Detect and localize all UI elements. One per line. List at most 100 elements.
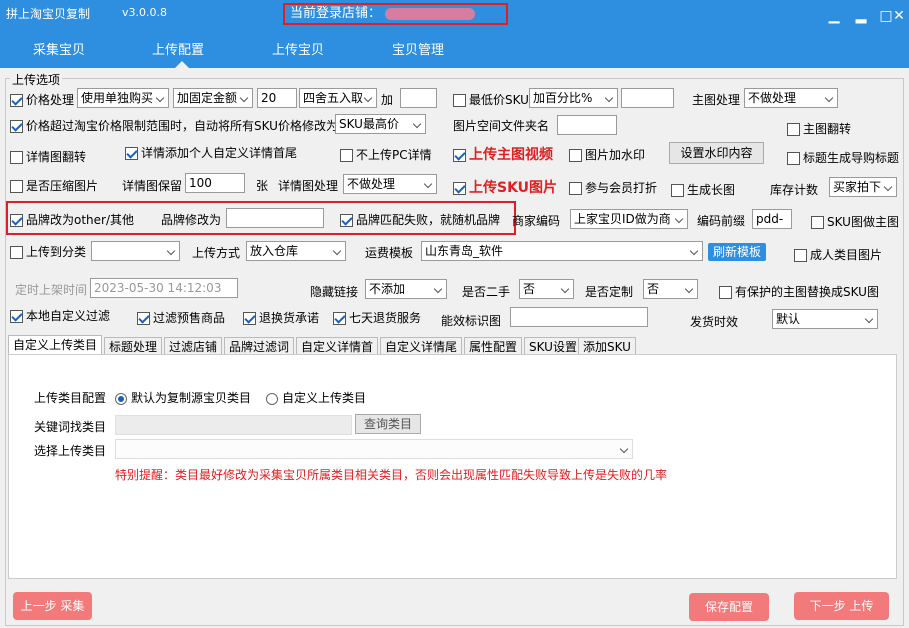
sku-main-checkbox[interactable]: SKU图做主图 [811,213,899,230]
return-checkbox[interactable]: 退换货承诺 [243,309,319,326]
tab-upload-config[interactable]: 上传配置 [152,39,204,58]
title-guide-checkbox[interactable]: 标题生成导购标题 [787,149,899,166]
presale-checkbox[interactable]: 过滤预售商品 [137,309,225,326]
minimize-icon[interactable]: ▁ [826,8,842,24]
custom-select[interactable]: 否 [643,279,698,299]
label: 品牌改为other/其他 [26,213,135,227]
checkbox-icon[interactable] [340,214,353,227]
next-step-button[interactable]: 下一步 上传 [794,592,889,620]
category-select[interactable] [91,241,180,261]
main-img-select[interactable]: 不做处理 [744,88,838,108]
price-add-select[interactable]: 加固定金额 [173,88,253,108]
brand-modify-input[interactable] [226,208,324,228]
checkbox-icon[interactable] [10,120,23,133]
checkbox-icon[interactable] [569,182,582,195]
space-folder-input[interactable] [557,115,617,135]
main-flip-checkbox[interactable]: 主图翻转 [787,120,851,137]
seven-day-checkbox[interactable]: 七天退货服务 [333,309,421,326]
detail-flip-checkbox[interactable]: 详情图翻转 [10,148,86,165]
checkbox-icon[interactable] [787,152,800,165]
checkbox-icon[interactable] [569,149,582,162]
protected-checkbox[interactable]: 有保护的主图替换成SKU图 [719,283,879,300]
compress-checkbox[interactable]: 是否压缩图片 [10,177,98,194]
checkbox-icon[interactable] [137,312,150,325]
add-input[interactable] [400,88,437,108]
label: 有保护的主图替换成SKU图 [735,285,879,299]
watermark-checkbox[interactable]: 图片加水印 [569,146,645,163]
detail-header-checkbox[interactable]: 详情添加个人自定义详情首尾 [125,144,297,161]
sku-price-select[interactable]: SKU最高价 [335,114,426,134]
checkbox-icon[interactable] [333,312,346,325]
checkbox-icon[interactable] [453,182,466,195]
checkbox-icon[interactable] [340,149,353,162]
timed-input[interactable]: 2023-05-30 14:12:03 [90,278,238,298]
watermark-settings-button[interactable]: 设置水印内容 [669,142,764,164]
tab-collect[interactable]: 采集宝贝 [33,39,85,58]
ship-template-select[interactable]: 山东青岛_软件 [421,241,703,261]
no-pc-checkbox[interactable]: 不上传PC详情 [340,146,432,163]
checkbox-icon[interactable] [453,149,466,162]
checkbox-icon[interactable] [719,286,732,299]
close-icon[interactable]: ✕ [891,8,907,24]
code-prefix-label: 编码前缀 [697,214,746,228]
round-select[interactable]: 四舍五入取 [299,88,377,108]
checkbox-icon[interactable] [10,151,23,164]
opt-default-radio[interactable]: 默认为复制源宝贝类目 [115,389,251,406]
stock-select[interactable]: 买家拍下 [829,177,897,197]
price-value-input[interactable]: 20 [257,88,297,108]
opt-custom-radio[interactable]: 自定义上传类目 [266,389,366,406]
main-video-checkbox[interactable]: 上传主图视频 [453,144,553,164]
brand-random-checkbox[interactable]: 品牌匹配失败，就随机品牌 [340,211,500,228]
hidden-link-select[interactable]: 不添加 [365,279,447,299]
min-sku-checkbox[interactable]: 最低价SKU [453,91,529,108]
label: 是否压缩图片 [26,179,99,193]
checkbox-icon[interactable] [10,180,23,193]
save-config-button[interactable]: 保存配置 [689,593,769,621]
price-handle-checkbox[interactable]: 价格处理 [10,91,74,108]
price-exceed-checkbox[interactable]: 价格超过淘宝价格限制范围时，自动将所有SKU价格修改为 [10,117,338,134]
radio-icon[interactable] [266,392,278,405]
label: 详情添加个人自定义详情首尾 [141,146,298,160]
merchant-code-select[interactable]: 上家宝贝ID做为商 [570,209,688,229]
energy-input[interactable] [510,307,648,327]
vip-checkbox[interactable]: 参与会员打折 [569,179,657,196]
checkbox-icon[interactable] [794,249,807,262]
upload-to-cat-checkbox[interactable]: 上传到分类 [10,243,86,260]
checkbox-icon[interactable] [10,246,23,259]
detail-proc-select[interactable]: 不做处理 [343,174,437,194]
keep-input[interactable]: 100 [185,173,245,193]
checkbox-icon[interactable] [10,310,23,323]
checkbox-icon[interactable] [10,214,23,227]
checkbox-icon[interactable] [671,184,684,197]
sku-img-checkbox[interactable]: 上传SKU图片 [453,177,557,197]
checkbox-icon[interactable] [243,312,256,325]
minimize-alt-icon[interactable]: ▂ [853,8,869,24]
checkbox-icon[interactable] [10,94,23,107]
method-select[interactable]: 放入仓库 [246,241,346,261]
second-hand-select[interactable]: 否 [519,279,574,299]
label: 退换货承诺 [259,311,320,325]
price-mode-select[interactable]: 使用单独购买 [77,88,169,108]
checkbox-icon[interactable] [125,147,138,160]
keyword-input[interactable] [115,415,352,435]
refresh-template-button[interactable]: 刷新模板 [708,243,766,261]
choose-category-select[interactable] [115,439,633,459]
brand-other-checkbox[interactable]: 品牌改为other/其他 [10,211,134,228]
checkbox-icon[interactable] [787,123,800,136]
min-pct-input[interactable] [621,88,674,108]
label: 主图翻转 [803,122,852,136]
unit-label: 张 [256,179,269,193]
tab-item-manage[interactable]: 宝贝管理 [392,39,444,58]
radio-icon[interactable] [115,392,127,405]
tab-upload-items[interactable]: 上传宝贝 [272,39,324,58]
min-pct-select[interactable]: 加百分比% [529,88,618,108]
ship-time-select[interactable]: 默认 [772,309,878,329]
checkbox-icon[interactable] [811,216,824,229]
adult-img-checkbox[interactable]: 成人类目图片 [794,246,882,263]
long-img-checkbox[interactable]: 生成长图 [671,181,735,198]
code-prefix-input[interactable]: pdd- [752,209,792,229]
local-filter-checkbox[interactable]: 本地自定义过滤 [10,307,110,324]
query-category-button[interactable]: 查询类目 [355,414,421,434]
checkbox-icon[interactable] [453,94,466,107]
prev-step-button[interactable]: 上一步 采集 [13,592,92,620]
